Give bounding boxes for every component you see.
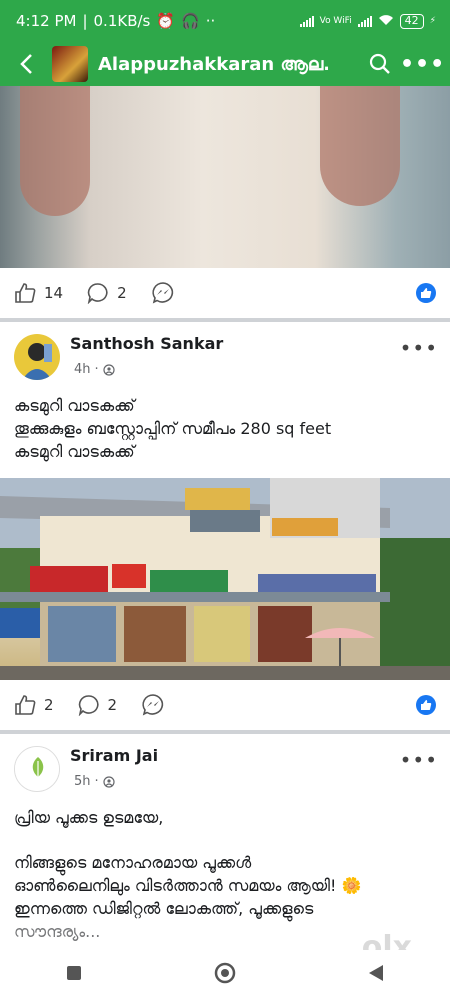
post-options-icon[interactable]: ••• (400, 336, 438, 360)
charging-icon: ⚡ (429, 16, 436, 26)
post-text: കടമുറി വാടകക്ക് തൂക്കുകുളം ബസ്റ്റോപ്പിന്… (14, 394, 434, 463)
messenger-icon (152, 282, 173, 304)
overflow-dots-icon: ·· (205, 12, 216, 30)
blossom-emoji-icon: 🌼 (341, 876, 362, 895)
group-title[interactable]: Alappuzhakkaran ആല... (98, 54, 328, 75)
app-bar: Alappuzhakkaran ആല... ••• (0, 42, 450, 86)
wifi-icon (378, 14, 394, 29)
messenger-icon (142, 694, 164, 716)
reaction-like-icon (416, 283, 436, 303)
post-text-line: കടമുറി വാടകക്ക് (14, 442, 135, 461)
post-meta: 4h · (74, 362, 115, 377)
comment-icon (78, 695, 99, 716)
volte-label: Vo WiFi (319, 16, 352, 26)
like-icon (15, 695, 36, 715)
post-header: Sriram Jai 5h · ••• (0, 746, 450, 802)
messenger-share-button[interactable] (141, 693, 165, 717)
post-separator (0, 318, 450, 322)
status-speed: 0.1KB/s (93, 12, 151, 30)
home-button[interactable] (214, 962, 236, 988)
back-button[interactable] (368, 964, 384, 986)
signal-icon (299, 15, 314, 27)
post-text-line: കടമുറി വാടകക്ക് (14, 396, 135, 415)
post-actions: 14 2 (0, 268, 450, 318)
like-count: 14 (44, 284, 64, 302)
members-audience-icon (103, 775, 115, 788)
signal-icon-2 (357, 15, 372, 27)
headset-icon: 🎧 (181, 12, 200, 30)
more-options-icon[interactable]: ••• (400, 52, 444, 77)
recents-button[interactable] (66, 965, 82, 985)
post-text: പ്രിയ പൂക്കട ഉടമയേ, നിങ്ങളുടെ മനോഹരമായ പ… (14, 806, 434, 943)
like-icon (15, 283, 36, 303)
post-text-line: നിങ്ങളുടെ മനോഹരമായ പൂക്കൾ (14, 853, 252, 872)
group-avatar[interactable] (52, 46, 88, 82)
avatar[interactable] (14, 746, 60, 792)
members-audience-icon (103, 363, 115, 376)
comment-count: 2 (117, 284, 127, 302)
avatar[interactable] (14, 334, 60, 380)
post-time: 5h (74, 774, 91, 789)
battery-indicator: 42 (399, 13, 424, 29)
like-button[interactable]: 14 (14, 282, 63, 304)
post-text-line: ഓൺലൈനിലും വിടർത്താൻ സമയം ആയി! 🌼 (14, 876, 362, 895)
messenger-share-button[interactable] (151, 281, 175, 305)
post-text-line: തൂക്കുകുളം ബസ്റ്റോപ്പിന് സമീപം 280 sq fe… (14, 419, 332, 438)
author-name[interactable]: Santhosh Sankar (70, 334, 223, 353)
like-button[interactable]: 2 (14, 694, 54, 716)
system-nav-bar (0, 950, 450, 1000)
status-bar: 4:12 PM | 0.1KB/s ⏰ 🎧 ·· Vo WiFi 42 ⚡ (0, 0, 450, 42)
back-arrow-icon[interactable] (10, 53, 42, 75)
like-count: 2 (44, 696, 54, 714)
post-time: 4h (74, 362, 91, 377)
storefront-photo (0, 478, 450, 680)
reaction-like-icon (416, 695, 436, 715)
post-separator (0, 730, 450, 734)
post-image[interactable] (0, 86, 450, 268)
comment-button[interactable]: 2 (87, 282, 127, 304)
status-time: 4:12 PM (16, 12, 77, 30)
post-image[interactable] (0, 478, 450, 680)
search-icon[interactable] (360, 53, 400, 75)
comment-icon (87, 283, 108, 304)
post-text-line: പ്രിയ പൂക്കട ഉടമയേ, (14, 808, 164, 827)
alarm-icon: ⏰ (156, 12, 176, 30)
post-text-line: ഇന്നത്തെ ഡിജിറ്റൽ ലോകത്ത്, പൂക്കളുടെ (14, 899, 314, 918)
post-options-icon[interactable]: ••• (400, 748, 438, 772)
post-meta: 5h · (74, 774, 115, 789)
comment-count: 2 (107, 696, 118, 714)
comment-button[interactable]: 2 (78, 694, 118, 716)
post-actions: 2 2 (0, 680, 450, 730)
author-name[interactable]: Sriram Jai (70, 746, 158, 765)
post-header: Santhosh Sankar 4h · ••• (0, 334, 450, 390)
